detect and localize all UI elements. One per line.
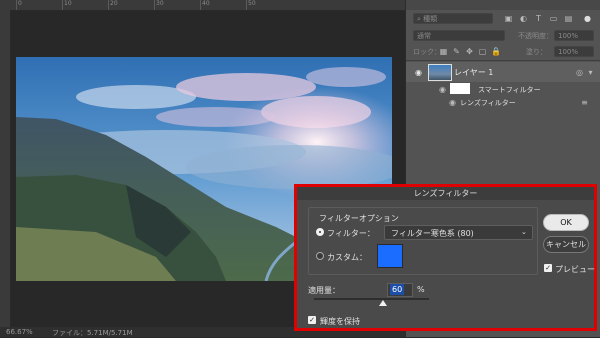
layer-thumbnail — [428, 64, 452, 81]
section-title: フィルターオプション — [319, 214, 399, 223]
lock-transparent-icon[interactable]: ▦ — [439, 47, 448, 56]
density-unit: % — [417, 285, 425, 294]
smart-filter-row[interactable]: ◉ スマートフィルター — [406, 82, 600, 96]
lock-label: ロック： — [413, 48, 441, 56]
divider — [406, 60, 600, 61]
smart-filter-label: スマートフィルター — [478, 86, 541, 94]
opacity-field[interactable]: 100% — [554, 30, 594, 41]
layer-name: レイヤー 1 — [454, 68, 494, 77]
density-value: 60 — [390, 284, 405, 295]
density-label: 適用量： — [308, 286, 340, 295]
custom-radio[interactable] — [316, 252, 324, 260]
ruler-label: 40 — [202, 0, 210, 7]
preview-checkbox[interactable]: ✓ — [544, 264, 552, 272]
eye-icon[interactable]: ◉ — [438, 85, 447, 94]
lens-filter-label: レンズフィルター — [460, 99, 516, 107]
lens-filter-dialog: レンズフィルター フィルターオプション フィルター： フィルター寒色系 (80)… — [294, 184, 597, 331]
smart-filter-indicator-icon: ◎ — [576, 68, 583, 77]
custom-color-swatch[interactable] — [377, 244, 403, 268]
chevron-down-icon: ⌄ — [521, 228, 527, 236]
lock-all-icon[interactable]: 🔒 — [491, 47, 501, 56]
ok-button[interactable]: OK — [543, 214, 589, 231]
filter-kind-label: 種類 — [423, 15, 438, 23]
lock-image-icon[interactable]: ✎ — [452, 47, 461, 56]
opacity-label: 不透明度： — [518, 32, 553, 40]
density-slider[interactable] — [314, 298, 429, 300]
filter-radio[interactable] — [316, 228, 324, 236]
layer-row-layer-1[interactable]: ◉ レイヤー 1 ◎ ▾ — [406, 62, 600, 82]
density-input[interactable]: 60 — [387, 283, 413, 297]
shape-filter-icon[interactable]: ▭ — [549, 14, 558, 23]
preserve-luminosity-checkbox[interactable]: ✓ — [308, 316, 316, 324]
adjustment-filter-icon[interactable]: ◐ — [519, 14, 528, 23]
fill-field[interactable]: 100% — [554, 46, 594, 57]
smart-object-filter-icon[interactable]: ▤ — [564, 14, 573, 23]
pixel-filter-icon[interactable]: ▣ — [504, 14, 513, 23]
zoom-level[interactable]: 66.67% — [6, 328, 33, 336]
dialog-title: レンズフィルター — [297, 187, 594, 200]
filter-mask-thumbnail — [450, 83, 470, 94]
density-slider-thumb[interactable] — [379, 300, 387, 306]
layer-kind-filter[interactable]: ⌕ 種類 — [413, 13, 493, 24]
type-filter-icon[interactable]: T — [534, 14, 543, 23]
filter-toggle-icon[interactable]: ● — [583, 14, 592, 23]
custom-label: カスタム： — [327, 253, 367, 262]
blending-options-icon[interactable]: ≡ — [580, 98, 589, 107]
fill-label: 塗り： — [526, 48, 547, 56]
filter-select-value: フィルター寒色系 (80) — [391, 229, 474, 238]
eye-icon[interactable]: ◉ — [414, 68, 423, 77]
ruler-label: 10 — [64, 0, 72, 7]
top-ruler: 0 10 20 30 40 50 — [0, 0, 405, 11]
fill-value: 100% — [558, 48, 579, 56]
ruler-label: 20 — [110, 0, 118, 7]
lens-filter-row[interactable]: ◉ レンズフィルター ≡ — [406, 96, 600, 109]
lock-artboard-icon[interactable]: ▢ — [478, 47, 487, 56]
collapse-arrow-icon[interactable]: ▾ — [586, 68, 595, 77]
filter-select[interactable]: フィルター寒色系 (80) ⌄ — [384, 225, 533, 240]
eye-icon[interactable]: ◉ — [448, 98, 457, 107]
preview-label: プレビュー — [555, 265, 595, 274]
panel-tabs — [406, 0, 600, 10]
lock-position-icon[interactable]: ✥ — [465, 47, 474, 56]
ruler-label: 50 — [248, 0, 256, 7]
left-ruler — [0, 10, 11, 327]
radio-dot — [319, 231, 321, 233]
ruler-label: 0 — [18, 0, 22, 7]
filter-label: フィルター： — [327, 229, 375, 238]
opacity-value: 100% — [558, 32, 579, 40]
preserve-label: 輝度を保持 — [320, 317, 360, 326]
ruler-label: 30 — [156, 0, 164, 7]
blend-mode-select[interactable]: 通常 — [413, 30, 505, 41]
cancel-button[interactable]: キャンセル — [543, 236, 589, 253]
blend-mode-label: 通常 — [417, 32, 431, 40]
